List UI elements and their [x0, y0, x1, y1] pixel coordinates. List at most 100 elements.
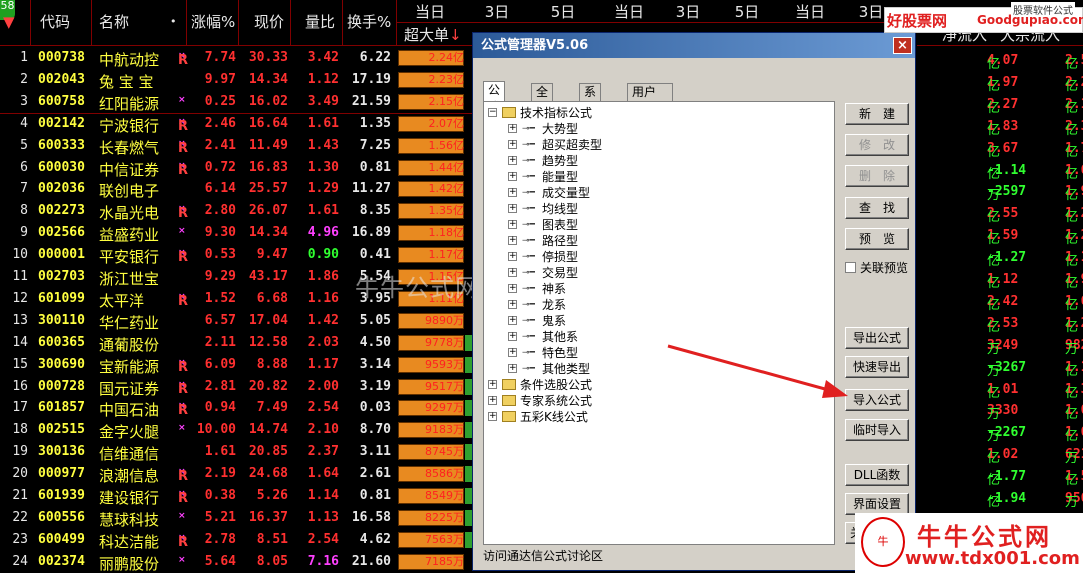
tree-node-group[interactable]: 条件选股公式 — [520, 378, 592, 392]
tree-node-category[interactable]: 龙系 — [542, 298, 566, 312]
stock-name: 水晶光电 — [99, 204, 160, 222]
expand-icon[interactable]: + — [488, 396, 497, 405]
expand-icon[interactable]: + — [508, 220, 517, 229]
expand-icon[interactable]: + — [508, 364, 517, 373]
tree-node-category[interactable]: 神系 — [542, 282, 566, 296]
expand-icon[interactable]: + — [508, 156, 517, 165]
tree-node-group[interactable]: 五彩K线公式 — [520, 410, 588, 424]
header-volume-ratio[interactable]: 量比 — [305, 14, 335, 30]
change-pct: 0.53 — [204, 247, 236, 262]
header-5day-1[interactable]: 5日 — [530, 4, 596, 20]
stock-code: 601099 — [38, 291, 85, 306]
formula-type-icon: ⊸━ — [522, 236, 535, 246]
header-today-3[interactable]: 当日 — [780, 4, 840, 20]
row-index: 18 — [12, 422, 28, 437]
expand-icon[interactable]: + — [508, 236, 517, 245]
expand-icon[interactable]: + — [508, 252, 517, 261]
row-index: 17 — [12, 400, 28, 415]
stock-name: 国元证券 — [99, 380, 160, 398]
tab-system[interactable]: 系统 — [579, 83, 602, 116]
forum-link[interactable]: 访问通达信公式讨论区 — [483, 547, 907, 564]
tree-node-group[interactable]: 专家系统公式 — [520, 394, 592, 408]
tab-user[interactable]: 用户 — [627, 83, 673, 101]
expand-icon[interactable]: + — [508, 268, 517, 277]
volume-ratio: 2.37 — [307, 444, 339, 459]
tab-all[interactable]: 全部 — [531, 83, 554, 116]
volume-ratio: 2.54 — [307, 400, 339, 415]
expand-icon[interactable]: + — [508, 140, 517, 149]
expand-icon[interactable]: + — [508, 332, 517, 341]
header-3day-3[interactable]: 3日 — [856, 4, 886, 20]
header-5day-2[interactable]: 5日 — [714, 4, 780, 20]
expand-icon[interactable]: + — [508, 300, 517, 309]
super-large-value: 1.18亿 — [428, 226, 465, 239]
header-turnover[interactable]: 换手% — [347, 14, 391, 30]
tree-node-category[interactable]: 停损型 — [542, 250, 578, 264]
modify-button[interactable]: 修 改 — [845, 134, 909, 156]
tree-node-category[interactable]: 图表型 — [542, 218, 578, 232]
quick-export-button[interactable]: 快速导出 — [845, 356, 909, 378]
stock-code: 300136 — [38, 444, 85, 459]
checkbox-box[interactable] — [845, 262, 856, 273]
expand-icon[interactable]: + — [508, 348, 517, 357]
delete-button[interactable]: 删 除 — [845, 165, 909, 187]
turnover: 5.05 — [359, 313, 391, 328]
collapse-icon[interactable]: − — [488, 108, 497, 117]
header-today-2[interactable]: 当日 — [596, 4, 662, 20]
header-today-1[interactable]: 当日 — [396, 4, 464, 20]
expand-icon[interactable]: + — [508, 188, 517, 197]
header-3day-2[interactable]: 3日 — [662, 4, 714, 20]
stock-name: 浙江世宝 — [99, 270, 160, 288]
tree-node-category[interactable]: 路径型 — [542, 234, 578, 248]
tab-formula-group[interactable]: 公式组 — [483, 81, 506, 131]
tree-node-category[interactable]: 超买超卖型 — [542, 138, 602, 152]
stock-name: 益盛药业 — [99, 226, 160, 244]
header-change-pct[interactable]: 涨幅% — [191, 14, 235, 30]
margin-marker: R × — [178, 50, 189, 68]
tree-node-category[interactable]: 其他系 — [542, 330, 578, 344]
brand-logo-top: 好股票网 Goodgupiao.com 股票软件公式 — [884, 2, 1083, 33]
tree-node-category[interactable]: 大势型 — [542, 122, 578, 136]
find-button[interactable]: 查 找 — [845, 197, 909, 219]
tree-node-category[interactable]: 其他类型 — [542, 362, 590, 376]
turnover: 3.11 — [359, 444, 391, 459]
turnover: 0.03 — [359, 400, 391, 415]
stock-name: 宝新能源 — [99, 358, 160, 376]
header-price[interactable]: 现价 — [254, 14, 284, 30]
tree-node-category[interactable]: 鬼系 — [542, 314, 566, 328]
dll-function-button[interactable]: DLL函数 — [845, 464, 909, 486]
expand-icon[interactable]: + — [508, 172, 517, 181]
price: 5.26 — [256, 488, 288, 503]
header-name[interactable]: 名称 — [99, 14, 129, 30]
tree-node-category[interactable]: 成交量型 — [542, 186, 590, 200]
export-formula-button[interactable]: 导出公式 — [845, 327, 909, 349]
header-super-large[interactable]: 超大单↓ — [404, 27, 462, 43]
tree-node-category[interactable]: 趋势型 — [542, 154, 578, 168]
change-pct: 1.52 — [204, 291, 236, 306]
import-formula-button[interactable]: 导入公式 — [845, 389, 909, 411]
expand-icon[interactable]: + — [508, 284, 517, 293]
expand-icon[interactable]: + — [508, 316, 517, 325]
tree-node-category[interactable]: 均线型 — [542, 202, 578, 216]
tree-node-tech-indicators[interactable]: 技术指标公式 — [520, 106, 592, 120]
price: 16.64 — [248, 116, 288, 131]
price: 14.34 — [248, 72, 288, 87]
linked-preview-checkbox[interactable]: 关联预览 — [845, 259, 908, 276]
ui-settings-button[interactable]: 界面设置 — [845, 493, 909, 515]
row-index: 8 — [20, 203, 28, 218]
expand-icon[interactable]: + — [488, 412, 497, 421]
header-3day-1[interactable]: 3日 — [464, 4, 530, 20]
header-code[interactable]: 代码 — [40, 14, 70, 30]
expand-icon[interactable]: + — [508, 204, 517, 213]
close-icon[interactable]: × — [893, 37, 912, 54]
temp-import-button[interactable]: 临时导入 — [845, 419, 909, 441]
tree-node-category[interactable]: 特色型 — [542, 346, 578, 360]
expand-icon[interactable]: + — [488, 380, 497, 389]
header-dot: • — [170, 15, 177, 28]
tree-node-category[interactable]: 能量型 — [542, 170, 578, 184]
new-button[interactable]: 新 建 — [845, 103, 909, 125]
tree-node-category[interactable]: 交易型 — [542, 266, 578, 280]
formula-tree[interactable]: − 技术指标公式 + ⊸━ 大势型 + ⊸━ 超买超卖型 + ⊸━ 趋势型 + ⊸━ 能量型 + ⊸━ 成交量型… — [483, 101, 835, 545]
expand-icon[interactable]: + — [508, 124, 517, 133]
preview-button[interactable]: 预 览 — [845, 228, 909, 250]
